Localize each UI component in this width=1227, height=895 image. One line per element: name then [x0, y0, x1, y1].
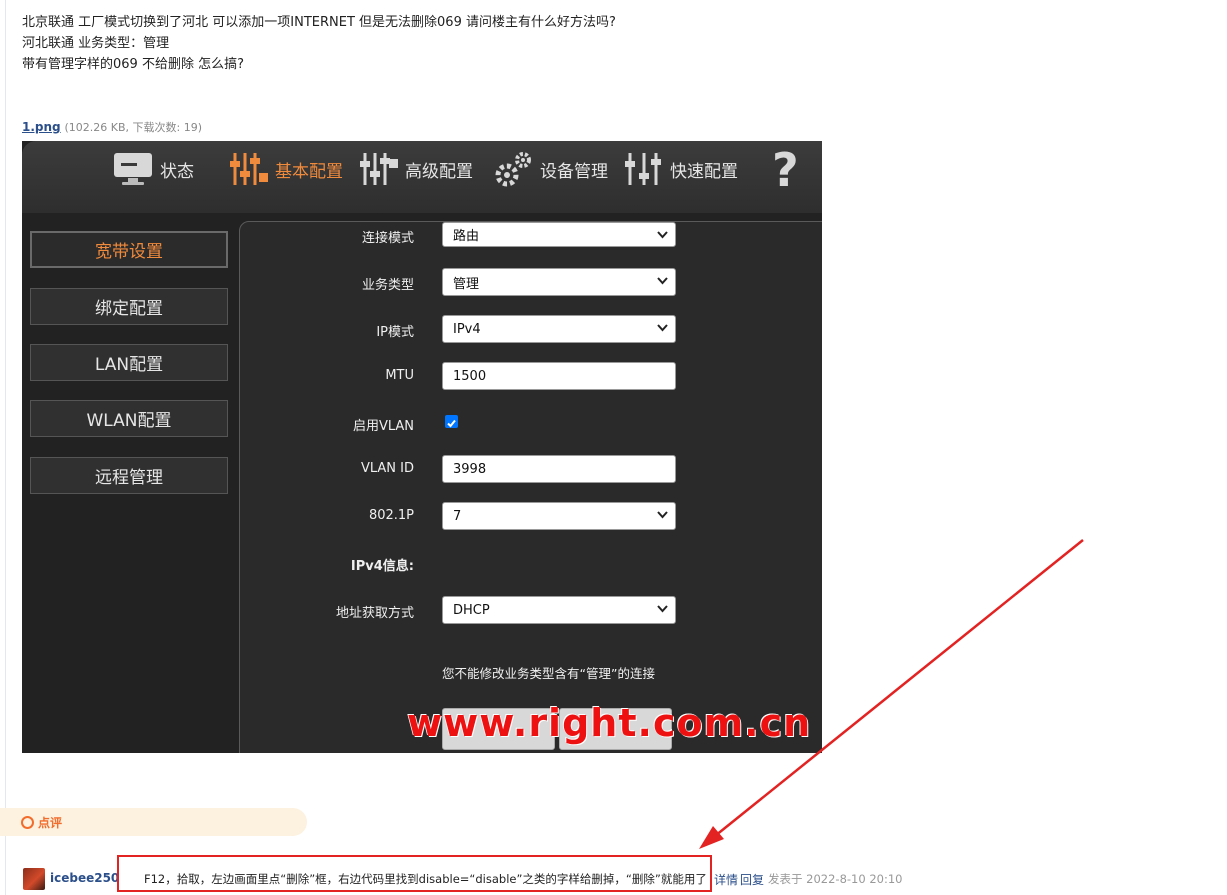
- p8021-label: 802.1P: [368, 508, 414, 523]
- p8021-select[interactable]: 7: [442, 502, 676, 530]
- addr-mode-select[interactable]: DHCP: [442, 596, 676, 624]
- select-value: 管理: [453, 276, 480, 292]
- ip-mode-select[interactable]: IPv4: [442, 315, 676, 343]
- attachment-info: 1.png (102.26 KB, 下载次数: 19): [22, 119, 202, 135]
- sidebar-item-broadband[interactable]: 宽带设置: [30, 231, 228, 268]
- service-type-select[interactable]: 管理: [442, 268, 676, 296]
- nav-label: 状态: [160, 161, 194, 182]
- select-value: DHCP: [453, 602, 490, 618]
- check-icon: [447, 419, 456, 428]
- reply-link[interactable]: 回复: [740, 871, 764, 888]
- vlan-enable-label: 启用VLAN: [352, 419, 414, 434]
- reply-text: F12，拾取，左边画面里点“删除”框，右边代码里找到disable=“disab…: [144, 872, 707, 886]
- nav-label: 快速配置: [670, 161, 738, 182]
- detail-link[interactable]: 详情: [714, 871, 738, 888]
- connection-mode-select[interactable]: 路由: [442, 222, 676, 247]
- sidebar-item-lan[interactable]: LAN配置: [30, 344, 228, 381]
- avatar[interactable]: [23, 868, 45, 890]
- nav-label: 基本配置: [275, 161, 343, 182]
- post-line: 河北联通 业务类型：管理: [22, 36, 170, 51]
- chevron-down-icon: [657, 277, 668, 285]
- sliders-icon: [360, 153, 398, 185]
- chevron-down-icon: [657, 511, 668, 519]
- post-line: 带有管理字样的069 不给删除 怎么搞?: [22, 57, 244, 72]
- nav-help[interactable]: ?: [770, 146, 820, 192]
- comment-tab[interactable]: 点评: [0, 808, 307, 836]
- post-line: 北京联通 工厂模式切换到了河北 可以添加一项INTERNET 但是无法删除069…: [22, 15, 616, 30]
- chevron-down-icon: [657, 605, 668, 613]
- router-screenshot[interactable]: 状态 基本配置 高级配置 设备管理 快速配置 ? 宽带设置 绑定配置 LAN配置…: [22, 141, 822, 753]
- ip-mode-label: IP模式: [376, 325, 414, 340]
- mtu-label: MTU: [385, 368, 414, 383]
- chevron-down-icon: [657, 324, 668, 332]
- vlan-id-label: VLAN ID: [360, 461, 414, 476]
- input-value: 1500: [453, 368, 487, 384]
- left-divider: [5, 0, 6, 895]
- attachment-link[interactable]: 1.png: [22, 120, 61, 134]
- post-timestamp: 发表于 2022-8-10 20:10: [768, 872, 903, 886]
- vlan-enable-checkbox[interactable]: [445, 415, 458, 428]
- nav-advanced-config[interactable]: 高级配置: [359, 149, 473, 189]
- svg-text:?: ?: [772, 146, 799, 192]
- comment-tab-label: 点评: [38, 816, 63, 830]
- sidebar-item-wlan[interactable]: WLAN配置: [30, 400, 228, 437]
- sidebar-item-binding[interactable]: 绑定配置: [30, 288, 228, 325]
- post-body: 北京联通 工厂模式切换到了河北 可以添加一项INTERNET 但是无法删除069…: [22, 12, 616, 75]
- gears-icon: [495, 152, 531, 187]
- select-value: 7: [453, 508, 462, 524]
- select-value: IPv4: [453, 321, 481, 337]
- readonly-note: 您不能修改业务类型含有“管理”的连接: [442, 666, 655, 681]
- sliders-icon: [230, 153, 268, 185]
- nav-basic-config[interactable]: 基本配置: [229, 149, 343, 189]
- sliders-icon: [625, 153, 661, 185]
- select-value: 路由: [453, 229, 480, 244]
- connection-mode-label: 连接模式: [361, 231, 414, 246]
- watermark: www.right.com.cn: [407, 701, 812, 745]
- nav-device-management[interactable]: 设备管理: [492, 149, 608, 189]
- chevron-down-icon: [657, 231, 668, 239]
- service-type-label: 业务类型: [361, 278, 414, 293]
- input-value: 3998: [453, 461, 487, 477]
- attachment-meta: (102.26 KB, 下载次数: 19): [64, 121, 202, 134]
- mtu-input[interactable]: 1500: [442, 362, 676, 390]
- nav-label: 设备管理: [540, 161, 608, 182]
- monitor-icon: [114, 153, 152, 185]
- addr-mode-label: 地址获取方式: [335, 606, 414, 621]
- sidebar-item-remote[interactable]: 远程管理: [30, 457, 228, 494]
- help-icon: ?: [772, 146, 799, 192]
- nav-label: 高级配置: [405, 161, 473, 182]
- router-topbar: 状态 基本配置 高级配置 设备管理 快速配置 ?: [22, 141, 822, 213]
- nav-quick-config[interactable]: 快速配置: [624, 149, 738, 189]
- circle-icon: [21, 816, 34, 829]
- nav-status[interactable]: 状态: [112, 149, 194, 189]
- reply-username[interactable]: icebee250: [50, 871, 119, 885]
- ipv4-info-heading: IPv4信息:: [350, 559, 414, 574]
- vlan-id-input[interactable]: 3998: [442, 455, 676, 483]
